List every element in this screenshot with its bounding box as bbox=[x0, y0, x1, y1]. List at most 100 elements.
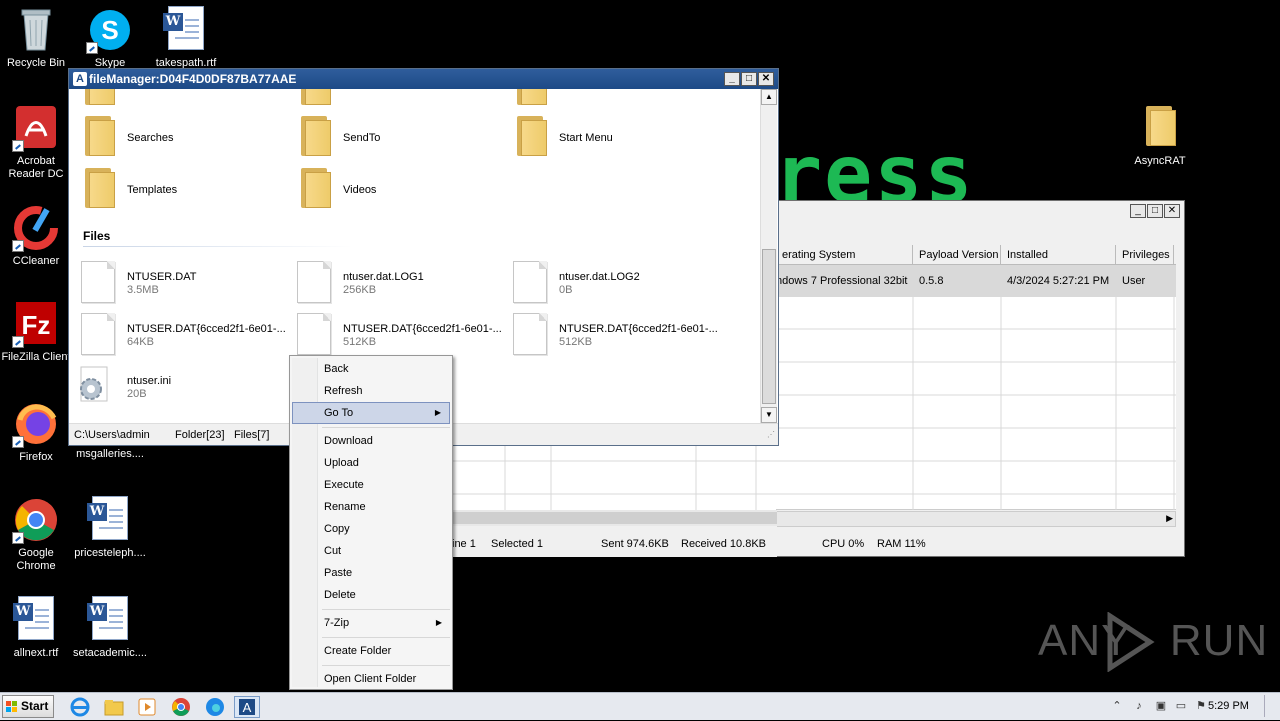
file-size: 256KB bbox=[343, 284, 377, 296]
status-file-count: Files[7] bbox=[234, 429, 270, 441]
rat-status-bar: ine 1 Selected 1 Sent 974.6KB Received 1… bbox=[452, 536, 1184, 556]
taskbar-edge-icon[interactable] bbox=[203, 696, 227, 718]
file-item[interactable]: NTUSER.DAT{6cced2f1-6e01-... 64KB bbox=[81, 313, 291, 357]
folder-icon bbox=[299, 89, 331, 105]
scroll-right-icon[interactable]: ▶ bbox=[1166, 513, 1173, 524]
clients-grid[interactable]: erating System Payload Version Installed… bbox=[776, 245, 1176, 510]
desktop-icon-label: CCleaner bbox=[12, 255, 60, 267]
status-line: ine 1 bbox=[452, 538, 476, 550]
rat-titlebar[interactable]: _ □ ✕ bbox=[776, 201, 1184, 221]
clock[interactable]: 5:29 PM bbox=[1208, 700, 1249, 712]
desktop-icon-label: setacademic.... bbox=[73, 647, 147, 659]
desktop-icon-firefox[interactable]: Firefox bbox=[0, 400, 74, 464]
desktop-icon-chrome[interactable]: Google Chrome bbox=[0, 496, 74, 573]
taskbar-explorer-icon[interactable] bbox=[102, 696, 126, 718]
menu-item-copy[interactable]: Copy bbox=[292, 518, 450, 540]
file-size: 3.5MB bbox=[127, 284, 159, 296]
menu-item-refresh[interactable]: Refresh bbox=[292, 380, 450, 402]
file-icon bbox=[297, 261, 331, 303]
tray-display-icon[interactable]: ▭ bbox=[1174, 699, 1188, 713]
resize-grip-icon[interactable]: ⋰ bbox=[767, 430, 775, 439]
settings-file-icon bbox=[75, 365, 115, 405]
desktop-icon-asyncrat[interactable]: AsyncRAT bbox=[1122, 104, 1198, 168]
taskbar-media-player-icon[interactable] bbox=[135, 696, 159, 718]
menu-item-back[interactable]: Back bbox=[292, 358, 450, 380]
menu-item-7zip[interactable]: 7-Zip ▶ bbox=[292, 612, 450, 634]
folder-item[interactable]: Videos bbox=[299, 168, 499, 212]
vertical-scrollbar[interactable]: ▲ ▼ bbox=[760, 89, 777, 423]
status-selected: Selected 1 bbox=[491, 538, 543, 550]
folder-item[interactable]: Templates bbox=[83, 168, 283, 212]
menu-item-goto[interactable]: Go To ▶ bbox=[292, 402, 450, 424]
word-doc-icon: W bbox=[12, 596, 60, 644]
file-size: 64KB bbox=[127, 336, 154, 348]
maximize-button[interactable]: □ bbox=[1147, 204, 1163, 218]
file-item[interactable]: NTUSER.DAT 3.5MB bbox=[81, 261, 291, 305]
folder-item[interactable]: Start Menu bbox=[515, 116, 715, 160]
horizontal-scrollbar[interactable]: ▶ bbox=[776, 511, 1176, 527]
folder-icon bbox=[83, 116, 115, 156]
file-item[interactable]: ntuser.dat.LOG2 0B bbox=[513, 261, 723, 305]
menu-item-delete[interactable]: Delete bbox=[292, 584, 450, 606]
file-item[interactable]: NTUSER.DAT{6cced2f1-6e01-... 512KB bbox=[513, 313, 723, 357]
grid-lines bbox=[776, 297, 1176, 510]
tray-flag-icon[interactable]: ⚑ bbox=[1194, 699, 1208, 713]
tray-network-icon[interactable]: ▣ bbox=[1154, 699, 1168, 713]
submenu-arrow-icon: ▶ bbox=[434, 408, 441, 417]
start-button[interactable]: Start bbox=[2, 695, 54, 718]
minimize-button[interactable]: _ bbox=[724, 72, 740, 86]
desktop-icon-ccleaner[interactable]: CCleaner bbox=[0, 204, 74, 268]
anyrun-watermark: ANY RUN bbox=[1038, 612, 1267, 672]
menu-item-create-folder[interactable]: Create Folder bbox=[292, 640, 450, 662]
taskbar-ie-icon[interactable] bbox=[68, 696, 92, 718]
desktop-icon-skype[interactable]: S Skype bbox=[72, 6, 148, 70]
menu-item-label: Go To bbox=[324, 407, 354, 419]
asyncrat-main-window[interactable]: _ □ ✕ erating System Payload Version Ins… bbox=[775, 200, 1185, 557]
desktop-icon-acrobat[interactable]: Acrobat Reader DC bbox=[0, 104, 74, 181]
status-received: Received 10.8KB bbox=[681, 538, 766, 550]
show-desktop-button[interactable] bbox=[1264, 695, 1276, 717]
context-menu[interactable]: Back Refresh Go To ▶ Download Upload Exe… bbox=[289, 355, 453, 690]
close-button[interactable]: ✕ bbox=[758, 72, 774, 86]
menu-item-upload[interactable]: Upload bbox=[292, 452, 450, 474]
desktop-icon-takespath[interactable]: W takespath.rtf bbox=[148, 6, 224, 70]
file-item[interactable]: ntuser.ini 20B bbox=[75, 365, 285, 409]
minimize-button[interactable]: _ bbox=[1130, 204, 1146, 218]
desktop-icon-label: FileZilla Client bbox=[1, 351, 71, 363]
fm-titlebar[interactable]: A fileManager:D04F4D0DF87BA77AAE _ □ ✕ bbox=[69, 69, 778, 89]
desktop-icon-setacademic[interactable]: W setacademic.... bbox=[72, 596, 148, 660]
desktop-icon-recycle-bin[interactable]: Recycle Bin bbox=[0, 6, 74, 70]
menu-item-paste[interactable]: Paste bbox=[292, 562, 450, 584]
chrome-icon bbox=[12, 496, 60, 544]
folder-item[interactable]: SendTo bbox=[299, 116, 499, 160]
windows-flag-icon bbox=[6, 701, 18, 713]
menu-item-open-client-folder[interactable]: Open Client Folder bbox=[292, 668, 450, 690]
maximize-button[interactable]: □ bbox=[741, 72, 757, 86]
desktop-icon-filezilla[interactable]: Fz FileZilla Client bbox=[0, 300, 74, 364]
menu-item-execute[interactable]: Execute bbox=[292, 474, 450, 496]
menu-item-cut[interactable]: Cut bbox=[292, 540, 450, 562]
scroll-up-icon[interactable]: ▲ bbox=[761, 89, 777, 105]
menu-item-download[interactable]: Download bbox=[292, 430, 450, 452]
app-icon: A bbox=[73, 72, 87, 86]
menu-item-rename[interactable]: Rename bbox=[292, 496, 450, 518]
scroll-down-icon[interactable]: ▼ bbox=[761, 407, 777, 423]
desktop-icon-allnext[interactable]: W allnext.rtf bbox=[0, 596, 74, 660]
tray-volume-icon[interactable]: ♪ bbox=[1132, 699, 1146, 713]
file-icon bbox=[513, 261, 547, 303]
status-path: C:\Users\admin bbox=[74, 429, 150, 441]
folder-name: Searches bbox=[127, 132, 174, 144]
file-item[interactable]: ntuser.dat.LOG1 256KB bbox=[297, 261, 507, 305]
file-item[interactable]: NTUSER.DAT{6cced2f1-6e01-... 512KB bbox=[297, 313, 507, 357]
taskbar-asyncrat-icon[interactable]: A bbox=[234, 696, 260, 718]
scroll-thumb[interactable] bbox=[762, 249, 776, 404]
tray-expand-icon[interactable]: ⌃ bbox=[1110, 699, 1124, 713]
file-icon bbox=[297, 313, 331, 355]
desktop-icon-msgalleries[interactable]: msgalleries.... bbox=[72, 448, 148, 461]
folder-item[interactable]: Searches bbox=[83, 116, 283, 160]
taskbar-chrome-icon[interactable] bbox=[169, 696, 193, 718]
filezilla-icon: Fz bbox=[12, 300, 60, 348]
desktop-icon-pricesteleph[interactable]: W pricesteleph.... bbox=[72, 496, 148, 560]
svg-text:A: A bbox=[243, 700, 252, 715]
close-button[interactable]: ✕ bbox=[1164, 204, 1180, 218]
